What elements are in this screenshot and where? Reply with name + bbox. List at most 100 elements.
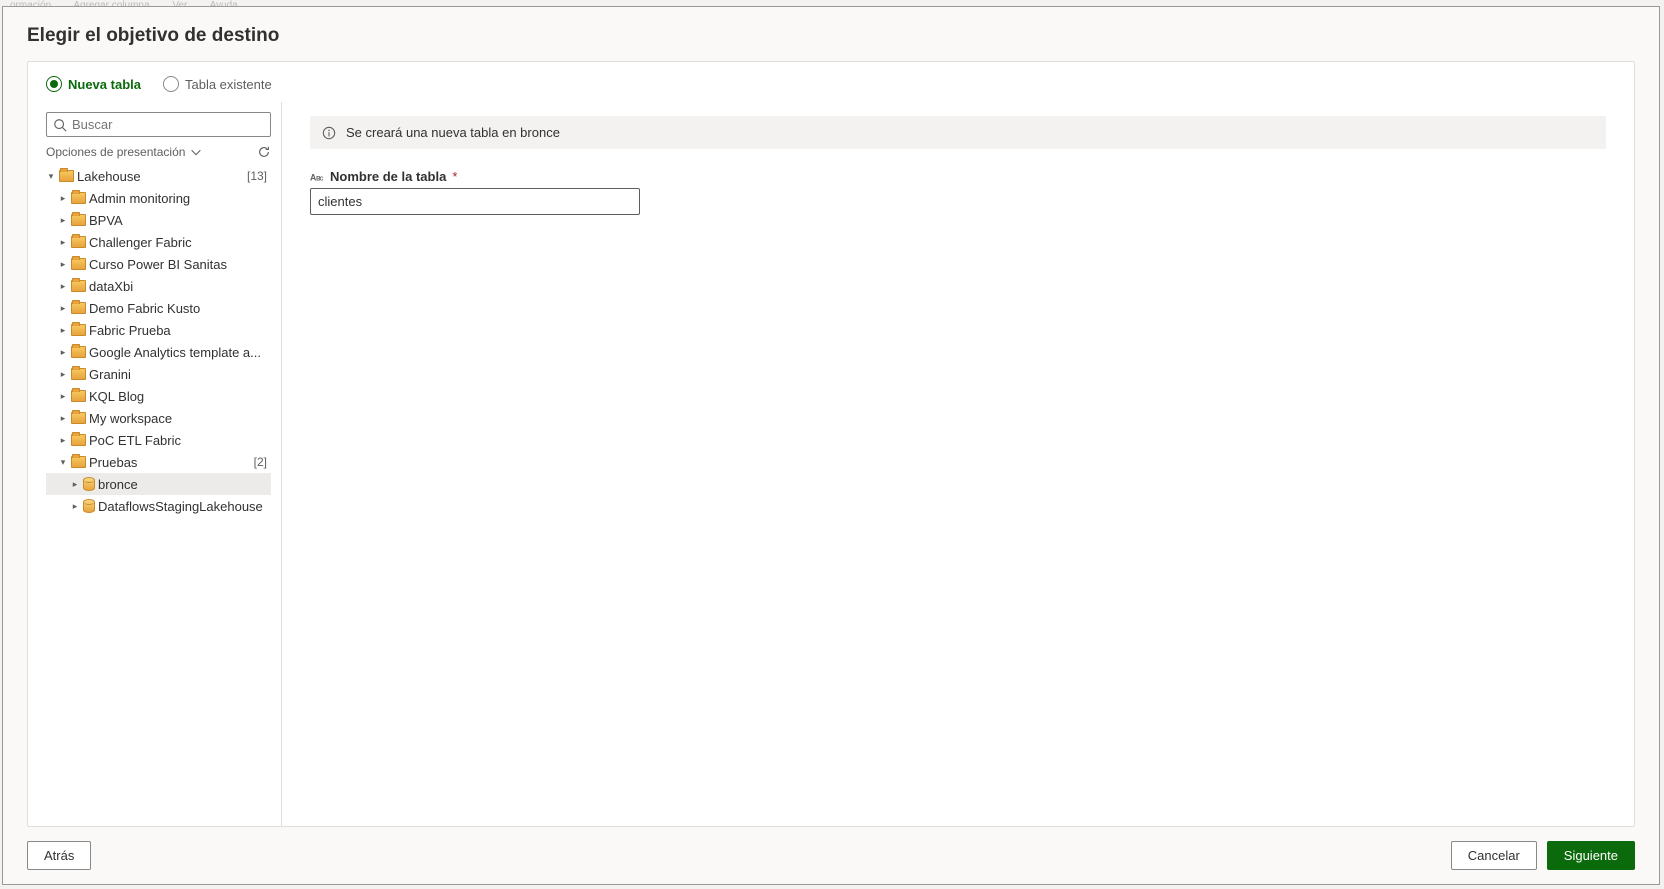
workspace-tree: ▾ Lakehouse [13] ▸Admin monitoring▸BPVA▸… [46, 165, 271, 517]
tree-root-count: [13] [247, 169, 271, 183]
tree-item[interactable]: ▸ Granini [46, 363, 271, 385]
svg-text:C: C [320, 176, 324, 182]
dialog-footer: Atrás Cancelar Siguiente [3, 827, 1659, 884]
radio-unselected-icon [163, 76, 179, 92]
folder-icon [71, 236, 86, 248]
tree-item[interactable]: ▸ Google Analytics template a... [46, 341, 271, 363]
lakehouse-icon [83, 499, 95, 513]
info-text: Se creará una nueva tabla en bronce [346, 125, 560, 140]
caret-right-icon: ▸ [58, 391, 68, 402]
folder-icon [71, 346, 86, 358]
caret-right-icon: ▸ [58, 413, 68, 424]
tree-root-lakehouse[interactable]: ▾ Lakehouse [13] [46, 165, 271, 187]
search-input[interactable] [72, 117, 264, 132]
required-asterisk: * [452, 169, 457, 184]
table-name-input[interactable] [310, 188, 640, 215]
tree-item-label: Challenger Fabric [89, 235, 271, 250]
radio-existing-table[interactable]: Tabla existente [163, 76, 272, 92]
tree-item-label: bronce [98, 477, 271, 492]
radio-new-table-label: Nueva tabla [68, 77, 141, 92]
destination-dialog: Elegir el objetivo de destino Nueva tabl… [2, 6, 1660, 885]
caret-right-icon: ▸ [58, 193, 68, 204]
tree-item[interactable]: ▸ Demo Fabric Kusto [46, 297, 271, 319]
table-name-label-row: ABC Nombre de la tabla * [310, 169, 1606, 184]
tree-item-label: DataflowsStagingLakehouse [98, 499, 271, 514]
tree-item-pruebas[interactable]: ▾ Pruebas [2] [46, 451, 271, 473]
search-box[interactable] [46, 112, 271, 137]
dialog-title: Elegir el objetivo de destino [3, 7, 1659, 61]
folder-icon [71, 258, 86, 270]
folder-icon [59, 170, 74, 182]
tree-item-label: Granini [89, 367, 271, 382]
back-button[interactable]: Atrás [27, 841, 91, 870]
folder-icon [71, 390, 86, 402]
cancel-button[interactable]: Cancelar [1451, 841, 1537, 870]
folder-icon [71, 412, 86, 424]
folder-icon [71, 368, 86, 380]
tree-item-label: Admin monitoring [89, 191, 271, 206]
tree-item[interactable]: ▸ KQL Blog [46, 385, 271, 407]
tree-item-count: [2] [254, 455, 271, 469]
tree-item[interactable]: ▸ Challenger Fabric [46, 231, 271, 253]
caret-down-icon: ▾ [58, 457, 68, 468]
tree-item-label: PoC ETL Fabric [89, 433, 271, 448]
caret-right-icon: ▸ [70, 501, 80, 512]
caret-right-icon: ▸ [58, 259, 68, 270]
folder-icon [71, 456, 86, 468]
tree-item-label: Fabric Prueba [89, 323, 271, 338]
caret-right-icon: ▸ [58, 347, 68, 358]
radio-new-table[interactable]: Nueva tabla [46, 76, 141, 92]
tree-item[interactable]: ▸ Fabric Prueba [46, 319, 271, 341]
folder-icon [71, 214, 86, 226]
caret-right-icon: ▸ [58, 303, 68, 314]
caret-right-icon: ▸ [58, 325, 68, 336]
table-name-field: ABC Nombre de la tabla * [310, 169, 1606, 215]
caret-right-icon: ▸ [58, 215, 68, 226]
folder-icon [71, 302, 86, 314]
display-options[interactable]: Opciones de presentación [46, 145, 271, 159]
folder-icon [71, 434, 86, 446]
text-type-icon: ABC [310, 170, 324, 184]
info-icon [322, 126, 336, 140]
tree-item[interactable]: ▸ DataflowsStagingLakehouse [46, 495, 271, 517]
tree-item[interactable]: ▸ PoC ETL Fabric [46, 429, 271, 451]
tree-root-label: Lakehouse [77, 169, 244, 184]
table-mode-radios: Nueva tabla Tabla existente [28, 62, 1634, 102]
info-bar: Se creará una nueva tabla en bronce [310, 116, 1606, 149]
tree-item-label: My workspace [89, 411, 271, 426]
tree-item-label: dataXbi [89, 279, 271, 294]
refresh-icon[interactable] [257, 145, 271, 159]
tree-item-label: KQL Blog [89, 389, 271, 404]
chevron-down-icon [189, 145, 203, 159]
radio-selected-icon [46, 76, 62, 92]
caret-right-icon: ▸ [58, 281, 68, 292]
folder-icon [71, 280, 86, 292]
tree-item[interactable]: ▸ Admin monitoring [46, 187, 271, 209]
tree-item[interactable]: ▸ dataXbi [46, 275, 271, 297]
tree-item-label: Pruebas [89, 455, 251, 470]
display-options-label: Opciones de presentación [46, 145, 185, 159]
tree-item[interactable]: ▸ My workspace [46, 407, 271, 429]
caret-down-icon: ▾ [46, 171, 56, 182]
next-button[interactable]: Siguiente [1547, 841, 1635, 870]
dialog-card: Nueva tabla Tabla existente Opciones de … [27, 61, 1635, 827]
tree-item[interactable]: ▸ bronce [46, 473, 271, 495]
caret-right-icon: ▸ [58, 237, 68, 248]
tree-item-label: BPVA [89, 213, 271, 228]
search-icon [53, 118, 67, 132]
tree-item-label: Google Analytics template a... [89, 345, 271, 360]
folder-icon [71, 192, 86, 204]
main-panel: Se creará una nueva tabla en bronce ABC … [282, 102, 1634, 826]
lakehouse-icon [83, 477, 95, 491]
caret-right-icon: ▸ [58, 435, 68, 446]
folder-icon [71, 324, 86, 336]
caret-right-icon: ▸ [70, 479, 80, 490]
tree-item-label: Curso Power BI Sanitas [89, 257, 271, 272]
caret-right-icon: ▸ [58, 369, 68, 380]
table-name-label: Nombre de la tabla [330, 169, 446, 184]
tree-item-label: Demo Fabric Kusto [89, 301, 271, 316]
radio-existing-table-label: Tabla existente [185, 77, 272, 92]
tree-item[interactable]: ▸ Curso Power BI Sanitas [46, 253, 271, 275]
tree-item[interactable]: ▸ BPVA [46, 209, 271, 231]
sidebar: Opciones de presentación ▾ Lakehouse [13… [32, 102, 282, 826]
